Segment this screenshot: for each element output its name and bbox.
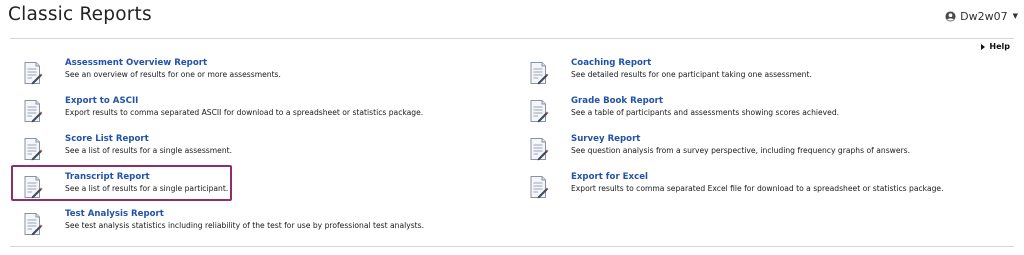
report-item-test-analysis[interactable]: Test Analysis Report See test analysis s… xyxy=(23,209,493,239)
report-document-icon xyxy=(529,175,549,199)
report-description: See an overview of results for one or mo… xyxy=(65,70,281,79)
help-link[interactable]: Help xyxy=(981,42,1010,51)
report-document-icon xyxy=(23,61,43,85)
report-title[interactable]: Assessment Overview Report xyxy=(65,58,207,68)
report-item-export-ascii[interactable]: Export to ASCII Export results to comma … xyxy=(23,96,493,126)
report-title[interactable]: Export for Excel xyxy=(571,172,648,182)
report-description: See a list of results for a single parti… xyxy=(65,184,229,193)
report-title[interactable]: Export to ASCII xyxy=(65,96,138,106)
report-item-coaching[interactable]: Coaching Report See detailed results for… xyxy=(529,58,999,88)
report-title[interactable]: Test Analysis Report xyxy=(65,209,164,219)
report-title[interactable]: Transcript Report xyxy=(65,172,150,182)
report-item-assessment-overview[interactable]: Assessment Overview Report See an overvi… xyxy=(23,58,493,88)
triangle-right-icon xyxy=(981,43,986,50)
report-document-icon xyxy=(23,212,43,236)
caret-down-icon: ▼ xyxy=(1012,12,1018,20)
header-divider xyxy=(10,38,1014,39)
report-title[interactable]: Score List Report xyxy=(65,134,149,144)
top-bar: Classic Reports Dw2w07 ▼ xyxy=(0,0,1024,34)
report-description: Export results to comma separated ASCII … xyxy=(65,108,424,117)
user-circle-icon xyxy=(945,10,956,22)
report-item-score-list[interactable]: Score List Report See a list of results … xyxy=(23,134,493,164)
footer-divider xyxy=(10,246,1014,247)
report-title[interactable]: Grade Book Report xyxy=(571,96,663,106)
report-item-grade-book[interactable]: Grade Book Report See a table of partici… xyxy=(529,96,999,126)
report-description: See detailed results for one participant… xyxy=(571,70,812,79)
report-description: See test analysis statistics including r… xyxy=(65,221,425,230)
user-menu[interactable]: Dw2w07 ▼ xyxy=(945,8,1018,24)
report-description: Export results to comma separated Excel … xyxy=(571,184,944,193)
report-item-export-excel[interactable]: Export for Excel Export results to comma… xyxy=(529,172,999,202)
report-document-icon xyxy=(23,137,43,161)
page-title: Classic Reports xyxy=(8,4,152,25)
report-document-icon xyxy=(529,99,549,123)
user-name: Dw2w07 xyxy=(960,9,1008,23)
report-item-survey[interactable]: Survey Report See question analysis from… xyxy=(529,134,999,164)
report-title[interactable]: Coaching Report xyxy=(571,58,651,68)
report-document-icon xyxy=(23,99,43,123)
report-description: See a table of participants and assessme… xyxy=(571,108,840,117)
report-title[interactable]: Survey Report xyxy=(571,134,640,144)
report-description: See question analysis from a survey pers… xyxy=(571,146,911,155)
help-label: Help xyxy=(989,42,1010,51)
report-document-icon xyxy=(529,137,549,161)
report-document-icon xyxy=(23,175,43,199)
report-document-icon xyxy=(529,61,549,85)
report-description: See a list of results for a single asses… xyxy=(65,146,233,155)
report-item-transcript[interactable]: Transcript Report See a list of results … xyxy=(23,172,493,202)
